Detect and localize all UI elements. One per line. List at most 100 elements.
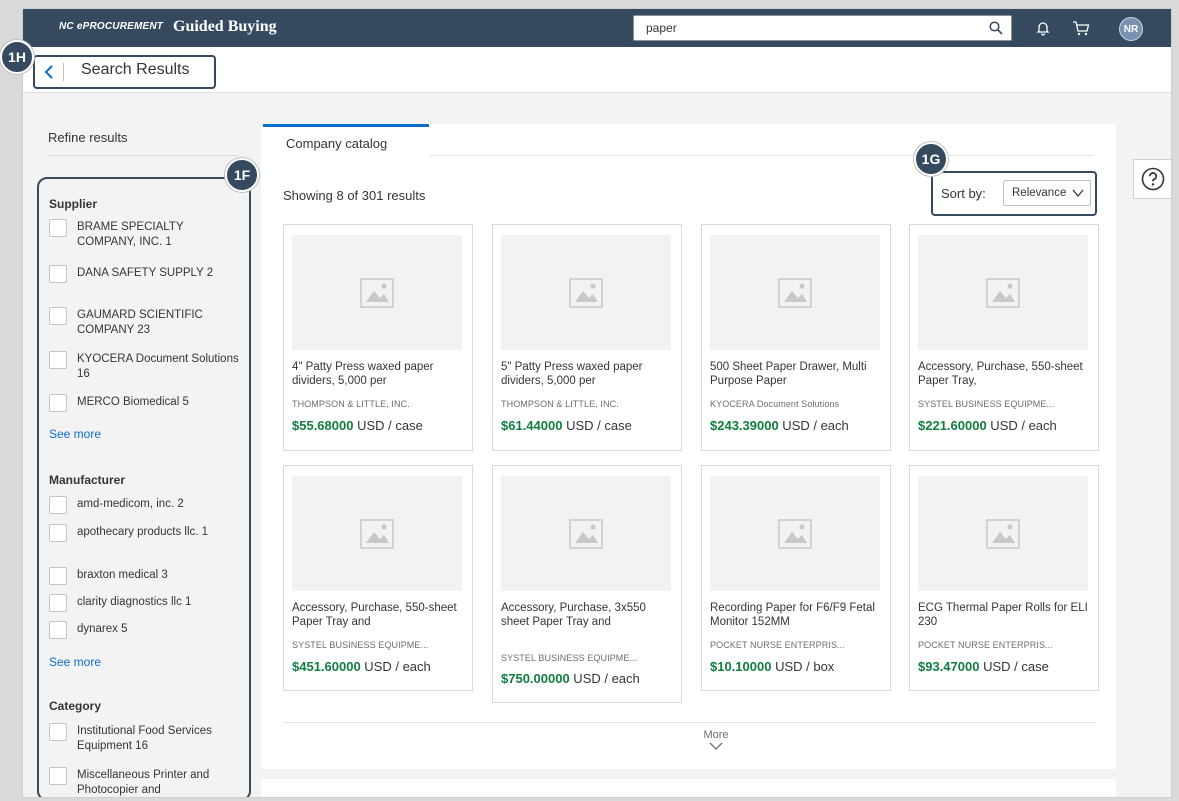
facet-option-label: DANA SAFETY SUPPLY 2 [77,267,214,279]
product-card[interactable]: Accessory, Purchase, 3x550 sheet Paper T… [492,465,682,703]
product-name[interactable]: 5" Patty Press waxed paper dividers, 5,0… [501,360,677,388]
search-box [633,15,1012,41]
user-avatar[interactable]: NR [1119,17,1143,41]
product-card[interactable]: Recording Paper for F6/F9 Fetal Monitor … [701,465,891,691]
product-supplier: POCKET NURSE ENTERPRIS... [918,640,1053,650]
checkbox[interactable] [49,723,67,741]
product-supplier: SYSTEL BUSINESS EQUIPME... [292,640,429,650]
checkbox[interactable] [49,496,67,514]
price-amount: $221.60000 [918,418,987,433]
see-more-link-supplier[interactable]: See more [49,427,101,441]
product-price: $243.39000 USD / each [710,418,892,433]
brand-title[interactable]: Guided Buying [173,18,277,36]
image-placeholder-icon [710,235,880,350]
price-unit: USD / case [562,418,632,433]
price-unit: USD / each [569,671,640,686]
checkbox[interactable] [49,307,67,325]
product-name[interactable]: Recording Paper for F6/F9 Fetal Monitor … [710,601,886,629]
image-placeholder-icon [918,476,1088,591]
chevron-down-icon [709,742,723,750]
checkbox[interactable] [49,621,67,639]
price-amount: $93.47000 [918,659,980,674]
facet-option-label: clarity diagnostics llc 1 [77,596,192,608]
facet-option-label: BRAME SPECIALTY COMPANY, INC. 1 [77,221,184,248]
facet-option-label: KYOCERA Document Solutions 16 [77,353,239,380]
price-unit: USD / box [771,659,835,674]
facet-option-label: Institutional Food Services Equipment 16 [77,725,212,752]
bell-icon[interactable] [1033,18,1053,38]
product-price: $451.60000 USD / each [292,659,474,674]
price-amount: $451.60000 [292,659,361,674]
product-name[interactable]: 4" Patty Press waxed paper dividers, 5,0… [292,360,468,388]
app-window: NC ePROCUREMENT Guided Buying NR Search … [22,8,1172,798]
product-card[interactable]: ECG Thermal Paper Rolls for ELI 230 POCK… [909,465,1099,691]
product-card[interactable]: 4" Patty Press waxed paper dividers, 5,0… [283,224,473,451]
product-supplier: SYSTEL BUSINESS EQUIPME... [918,399,1055,409]
help-icon[interactable] [1133,159,1171,199]
image-placeholder-icon [292,476,462,591]
image-placeholder-icon [918,235,1088,350]
product-name[interactable]: Accessory, Purchase, 3x550 sheet Paper T… [501,601,677,629]
price-unit: USD / each [986,418,1057,433]
divider [63,63,64,81]
product-name[interactable]: ECG Thermal Paper Rolls for ELI 230 [918,601,1094,629]
page-title: Search Results [81,61,190,78]
price-amount: $61.44000 [501,418,563,433]
results-count: Showing 8 of 301 results [283,188,426,203]
product-name[interactable]: Accessory, Purchase, 550-sheet Paper Tra… [292,601,468,629]
callout-1f: 1F [225,158,259,192]
facet-option-label: Miscellaneous Printer and Photocopier an… [77,769,210,796]
facet-heading-supplier: Supplier [49,197,98,211]
shell-bar: NC ePROCUREMENT Guided Buying NR [23,9,1171,47]
product-price: $61.44000 USD / case [501,418,683,433]
more-button[interactable]: More [701,729,731,753]
sort-select[interactable]: Relevance [1003,180,1091,206]
image-placeholder-icon [292,235,462,350]
price-amount: $55.68000 [292,418,354,433]
checkbox[interactable] [49,594,67,612]
facet-heading-category: Category [49,699,102,713]
price-amount: $243.39000 [710,418,779,433]
refine-results-title: Refine results [48,130,128,145]
checkbox[interactable] [49,524,67,542]
facet-option-label: dynarex 5 [77,623,128,635]
sort-control: Sort by: Relevance [931,171,1097,216]
see-more-link-manufacturer[interactable]: See more [49,655,101,669]
product-card[interactable]: Accessory, Purchase, 550-sheet Paper Tra… [283,465,473,691]
back-chevron-icon[interactable] [41,62,57,82]
price-unit: USD / each [360,659,431,674]
search-input[interactable] [634,16,974,40]
product-price: $10.10000 USD / box [710,659,892,674]
facet-option-label: GAUMARD SCIENTIFIC COMPANY 23 [77,309,203,336]
results-panel-footer [261,779,1116,797]
brand-prefix: NC ePROCUREMENT [59,21,164,32]
cart-icon[interactable] [1071,18,1091,38]
checkbox[interactable] [49,767,67,785]
product-card[interactable]: 5" Patty Press waxed paper dividers, 5,0… [492,224,682,451]
product-card[interactable]: Accessory, Purchase, 550-sheet Paper Tra… [909,224,1099,451]
price-amount: $10.10000 [710,659,772,674]
checkbox[interactable] [49,265,67,283]
more-label: More [703,729,729,741]
tab-divider [429,155,1094,156]
sort-value: Relevance [1012,187,1067,199]
checkbox[interactable] [49,351,67,369]
checkbox[interactable] [49,567,67,585]
product-supplier: THOMPSON & LITTLE, INC. [292,399,410,409]
divider [47,155,239,156]
product-price: $750.00000 USD / each [501,671,683,686]
checkbox[interactable] [49,394,67,412]
price-unit: USD / case [353,418,423,433]
price-amount: $750.00000 [501,671,570,686]
callout-1h: 1H [0,40,34,74]
product-name[interactable]: 500 Sheet Paper Drawer, Multi Purpose Pa… [710,360,886,388]
image-placeholder-icon [710,476,880,591]
product-price: $221.60000 USD / each [918,418,1100,433]
search-icon[interactable] [981,16,1011,40]
checkbox[interactable] [49,219,67,237]
facet-option-label: amd-medicom, inc. 2 [77,498,184,510]
product-name[interactable]: Accessory, Purchase, 550-sheet Paper Tra… [918,360,1094,388]
tab-company-catalog[interactable]: Company catalog [263,124,429,156]
facet-option-label: MERCO Biomedical 5 [77,396,189,408]
product-card[interactable]: 500 Sheet Paper Drawer, Multi Purpose Pa… [701,224,891,451]
